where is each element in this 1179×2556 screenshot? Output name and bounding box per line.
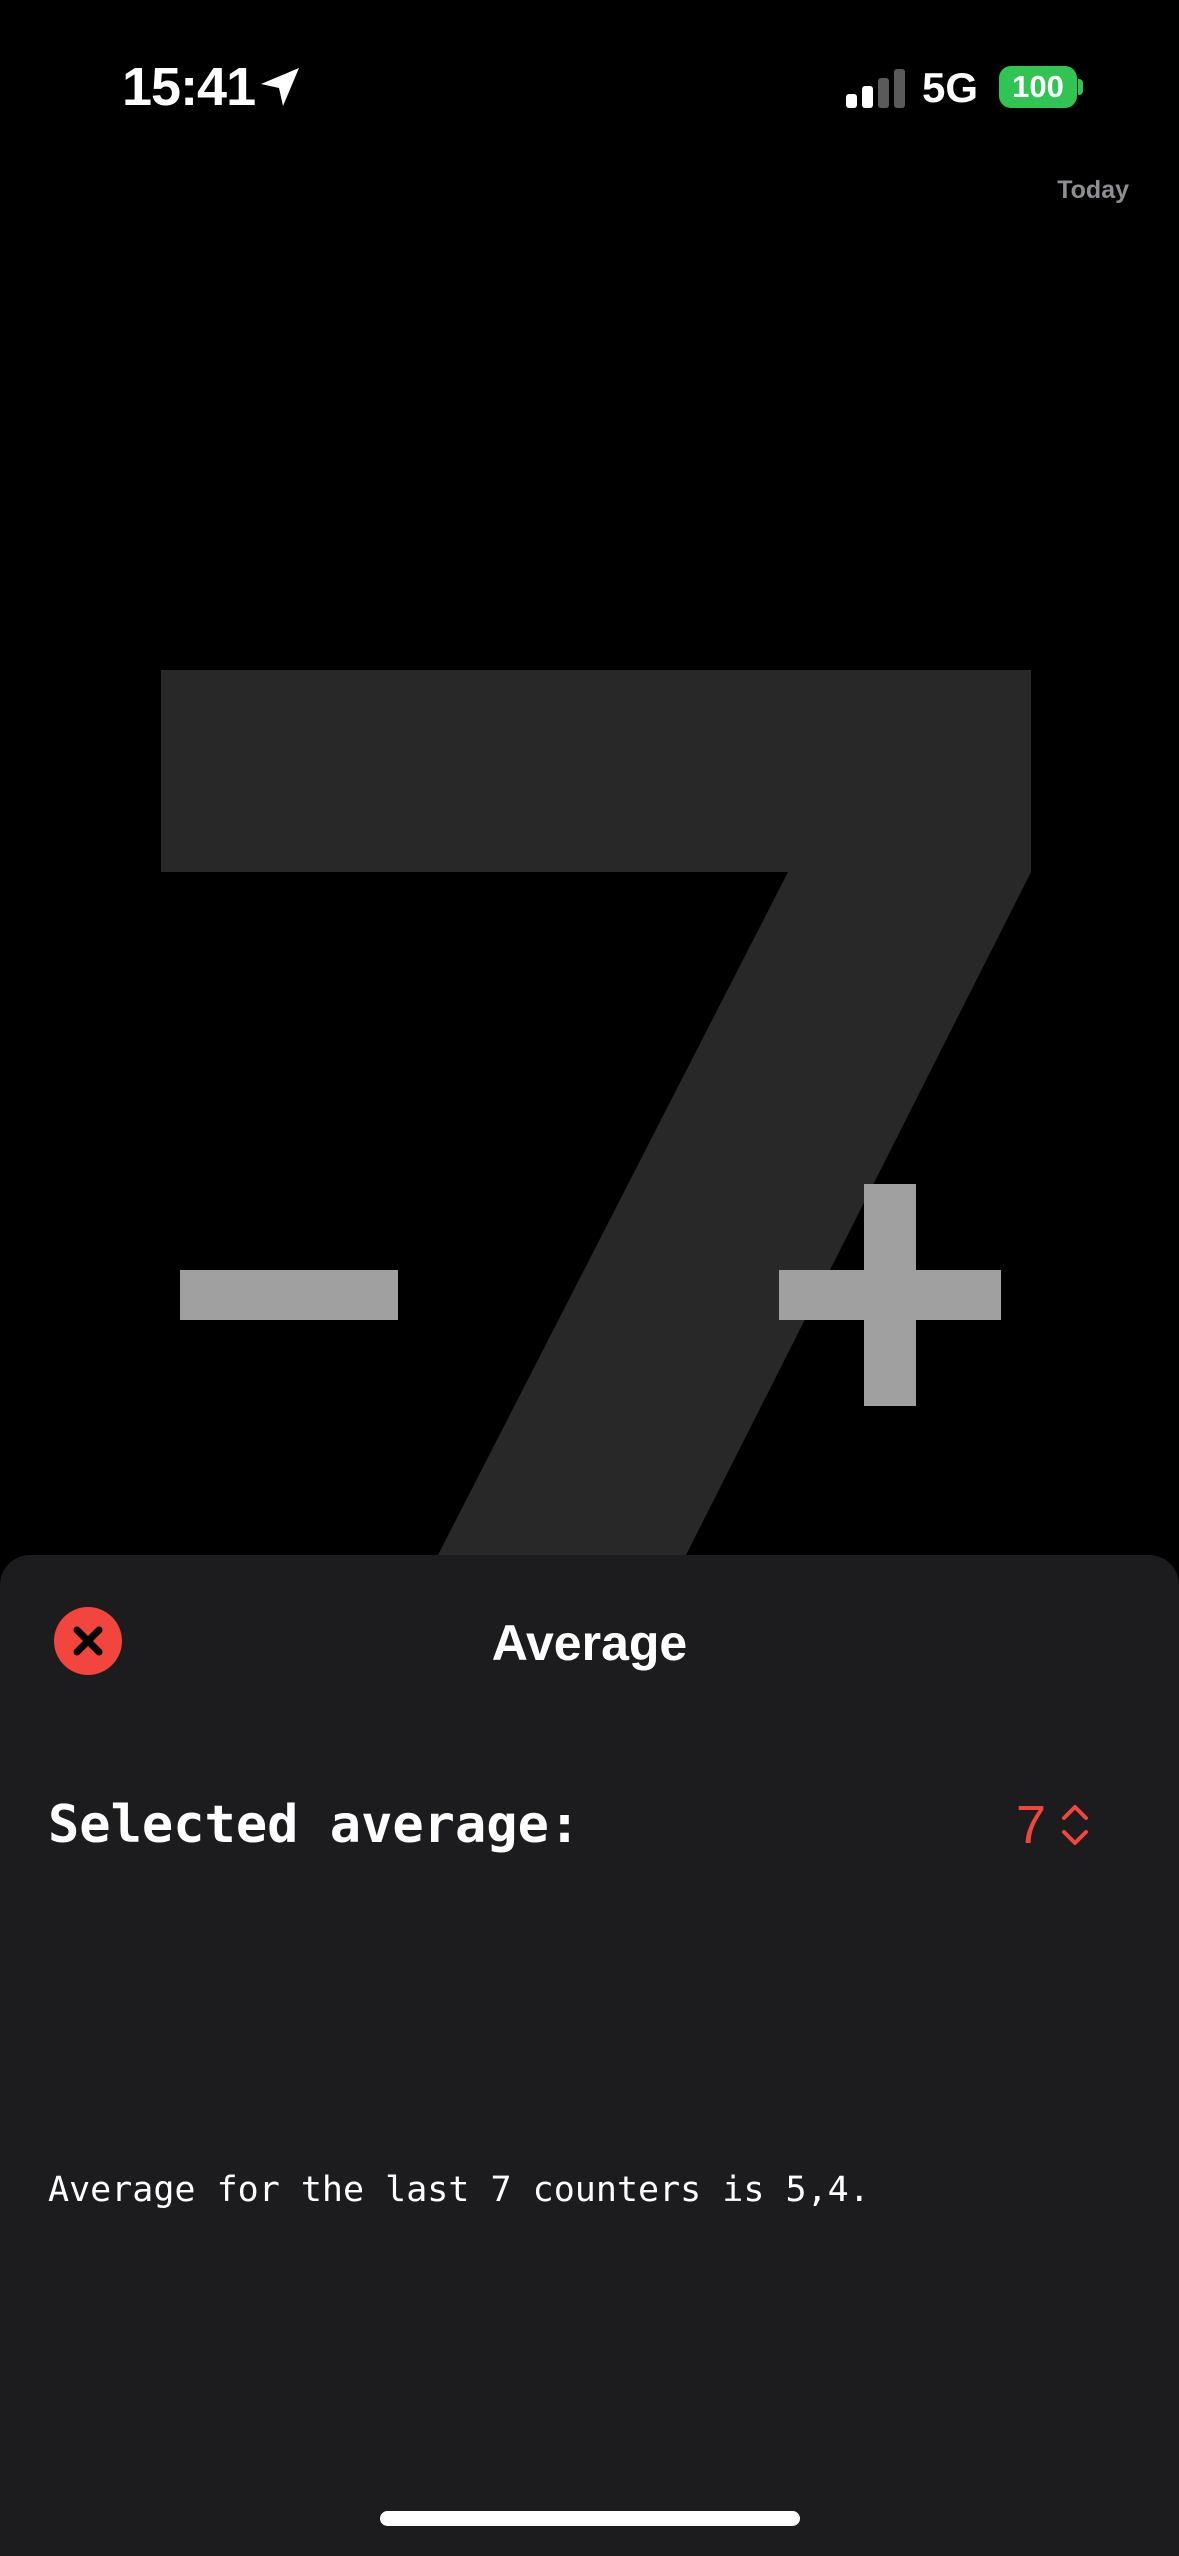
minus-icon [180, 1270, 398, 1320]
chevron-up-down-icon [1062, 1805, 1088, 1845]
battery-level: 100 [1012, 69, 1064, 104]
network-label: 5G [922, 64, 979, 111]
average-picker[interactable]: 7 [1010, 1788, 1100, 1862]
battery-cap [1078, 79, 1083, 95]
sheet-title: Average [491, 1615, 688, 1671]
location-arrow-icon [261, 68, 299, 106]
average-sheet: Average Selected average: 7 Average for … [0, 1555, 1179, 2556]
plus-icon [864, 1184, 916, 1406]
status-bar: 15:41 5G 100 [0, 0, 1179, 150]
battery-icon: 100 [999, 66, 1077, 108]
period-label[interactable]: Today [1057, 175, 1129, 205]
status-time: 15:41 [122, 57, 256, 117]
decrement-button[interactable] [170, 1240, 420, 1350]
average-picker-value: 7 [1016, 1795, 1047, 1855]
home-indicator[interactable] [380, 2511, 800, 2526]
selected-average-label: Selected average: [48, 1795, 581, 1855]
average-summary: Average for the last 7 counters is 5,4. [48, 2170, 870, 2210]
increment-button[interactable] [760, 1170, 1010, 1420]
signal-icon [846, 69, 905, 108]
